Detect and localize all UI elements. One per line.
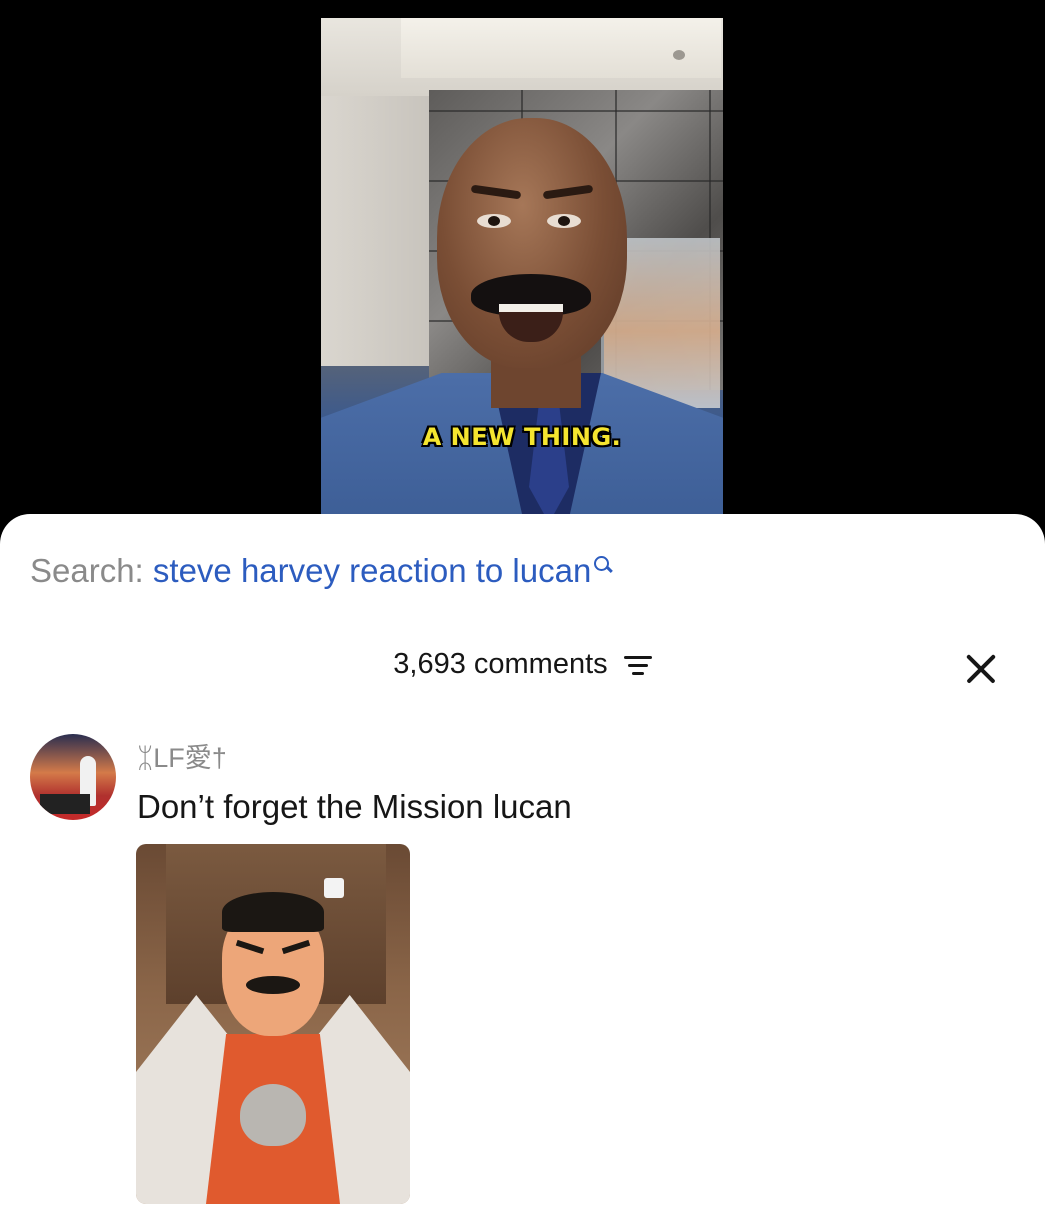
video-sprinkler xyxy=(673,50,685,60)
sticker-emblem xyxy=(240,1084,306,1146)
close-icon[interactable] xyxy=(960,648,1002,690)
related-search-link[interactable]: Search: steve harvey reaction to lucan xyxy=(30,552,611,590)
sticker-hair xyxy=(222,892,324,932)
sort-filter-icon[interactable] xyxy=(623,654,652,676)
search-prefix: Search: xyxy=(30,552,144,589)
video-ceiling-light xyxy=(401,18,721,78)
avatar[interactable] xyxy=(30,734,116,820)
comment-count: 3,693 comments xyxy=(393,648,608,680)
video-caption: A NEW THING. xyxy=(422,423,622,451)
search-icon[interactable] xyxy=(593,554,611,576)
video-person-eye xyxy=(477,214,511,228)
comment-sticker-image[interactable] xyxy=(136,844,410,1204)
comments-sheet: Search: steve harvey reaction to lucan 3… xyxy=(0,514,1045,1214)
search-query[interactable]: steve harvey reaction to lucan xyxy=(153,552,591,589)
sticker-mustache xyxy=(246,976,300,994)
video-player[interactable]: A NEW THING. xyxy=(0,0,1045,540)
video-wall xyxy=(321,96,429,366)
comment-count-header: 3,693 comments xyxy=(0,648,1045,681)
comment-text: Don’t forget the Mission lucan xyxy=(137,788,572,825)
sticker-light xyxy=(324,878,344,898)
video-frame[interactable]: A NEW THING. xyxy=(321,18,723,518)
comment-username[interactable]: ᛯLF愛† xyxy=(137,736,227,775)
video-person-eye xyxy=(547,214,581,228)
